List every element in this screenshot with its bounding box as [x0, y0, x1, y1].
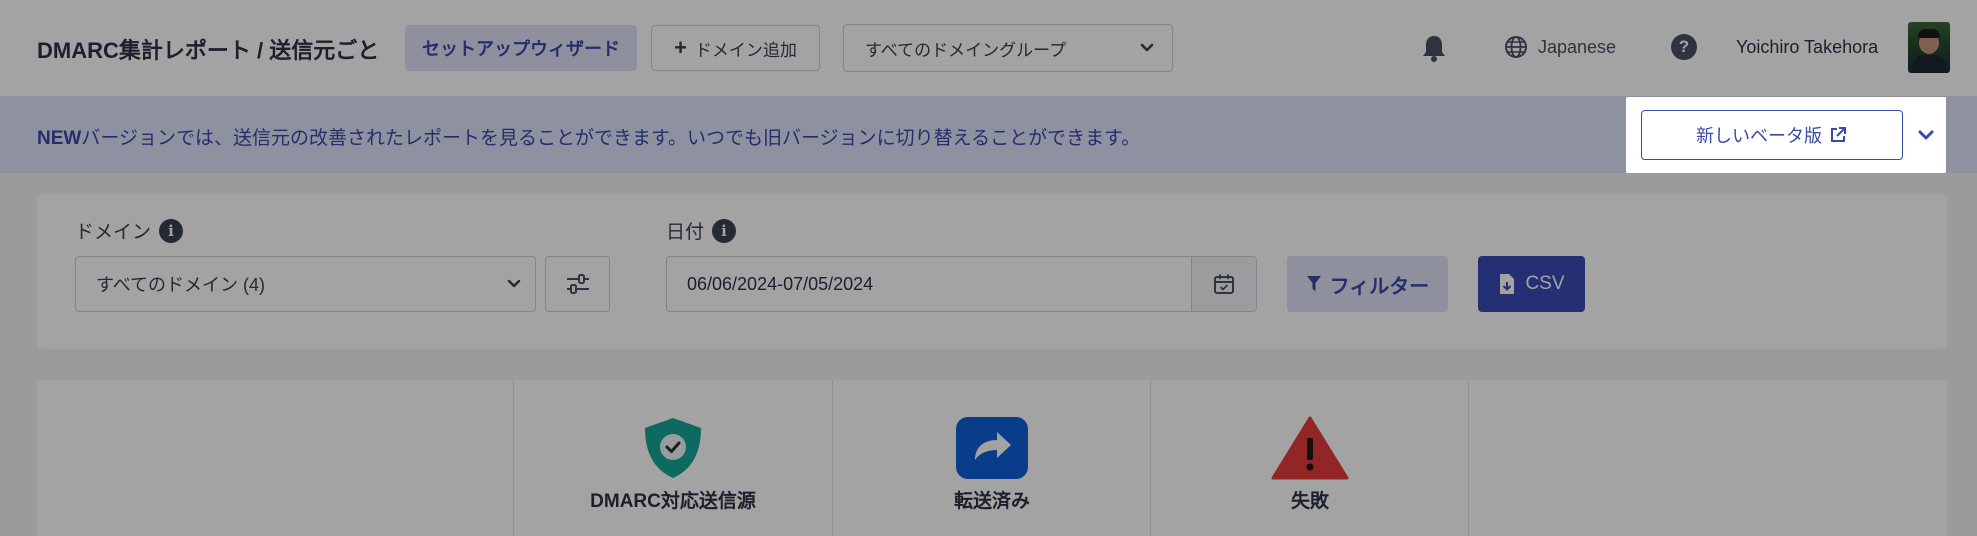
- warning-triangle-icon: [1271, 416, 1349, 480]
- banner-collapse-chevron-icon[interactable]: [1916, 125, 1936, 145]
- funnel-icon: [1306, 276, 1321, 291]
- stat-label: 失敗: [1290, 491, 1329, 512]
- help-icon[interactable]: ?: [1671, 34, 1697, 60]
- domain-filter-label: ドメイン i: [75, 217, 184, 244]
- avatar[interactable]: [1908, 22, 1950, 73]
- info-icon[interactable]: i: [159, 218, 184, 243]
- domain-label-text: ドメイン: [75, 222, 152, 243]
- domain-group-select-value: すべてのドメイングループ: [865, 40, 1067, 60]
- globe-icon: [1505, 36, 1527, 58]
- top-header: DMARC集計レポート / 送信元ごと セットアップウィザード + ドメイン追加…: [0, 0, 1977, 97]
- new-beta-label: 新しいベータ版: [1696, 126, 1822, 146]
- chevron-down-icon: [1140, 43, 1154, 52]
- filter-button-label: フィルター: [1329, 275, 1430, 298]
- external-link-icon: [1831, 127, 1846, 142]
- avatar-hair: [1918, 29, 1940, 38]
- notification-bell-icon[interactable]: [1420, 33, 1448, 63]
- file-download-icon: [1500, 274, 1515, 294]
- stat-failed[interactable]: 失敗: [1151, 416, 1469, 513]
- chevron-down-icon: [507, 279, 521, 288]
- user-name[interactable]: Yoichiro Takehora: [1736, 37, 1878, 58]
- csv-download-button[interactable]: CSV: [1478, 256, 1585, 312]
- domain-select[interactable]: すべてのドメイン (4): [75, 256, 536, 312]
- csv-button-label: CSV: [1525, 273, 1565, 294]
- avatar-body: [1912, 55, 1946, 73]
- calendar-icon: [1214, 274, 1234, 294]
- date-filter-label: 日付 i: [666, 217, 737, 244]
- date-label-text: 日付: [666, 222, 705, 243]
- stat-label: 転送済み: [953, 491, 1030, 512]
- add-domain-button[interactable]: + ドメイン追加: [651, 25, 820, 71]
- sliders-icon: [566, 274, 589, 294]
- info-icon[interactable]: i: [712, 218, 737, 243]
- filter-button[interactable]: フィルター: [1287, 256, 1448, 312]
- stat-label: DMARC対応送信源: [590, 491, 756, 512]
- forward-arrow-icon: [956, 417, 1028, 479]
- domain-select-value: すべてのドメイン (4): [96, 275, 266, 295]
- domain-group-select[interactable]: すべてのドメイングループ: [843, 24, 1173, 72]
- shield-check-icon: [645, 418, 701, 478]
- calendar-button[interactable]: [1191, 256, 1257, 312]
- stat-forwarded[interactable]: 転送済み: [833, 416, 1151, 513]
- advanced-settings-button[interactable]: [545, 256, 610, 312]
- setup-wizard-button[interactable]: セットアップウィザード: [405, 25, 637, 71]
- new-beta-button[interactable]: 新しいベータ版: [1641, 110, 1903, 160]
- banner-message-text: バージョンでは、送信元の改善されたレポートを見ることができます。いつでも旧バージ…: [81, 128, 1141, 149]
- stat-dmarc-compliant[interactable]: DMARC対応送信源: [514, 416, 832, 513]
- date-range-input[interactable]: 06/06/2024-07/05/2024: [666, 256, 1192, 312]
- banner-message: NEWバージョンでは、送信元の改善されたレポートを見ることができます。いつでも旧…: [37, 123, 1140, 150]
- plus-icon: +: [674, 35, 687, 60]
- page-title: DMARC集計レポート / 送信元ごと: [37, 38, 380, 63]
- add-domain-label: ドメイン追加: [694, 40, 797, 60]
- language-selector[interactable]: Japanese: [1538, 37, 1616, 58]
- banner-new-tag: NEW: [37, 128, 82, 149]
